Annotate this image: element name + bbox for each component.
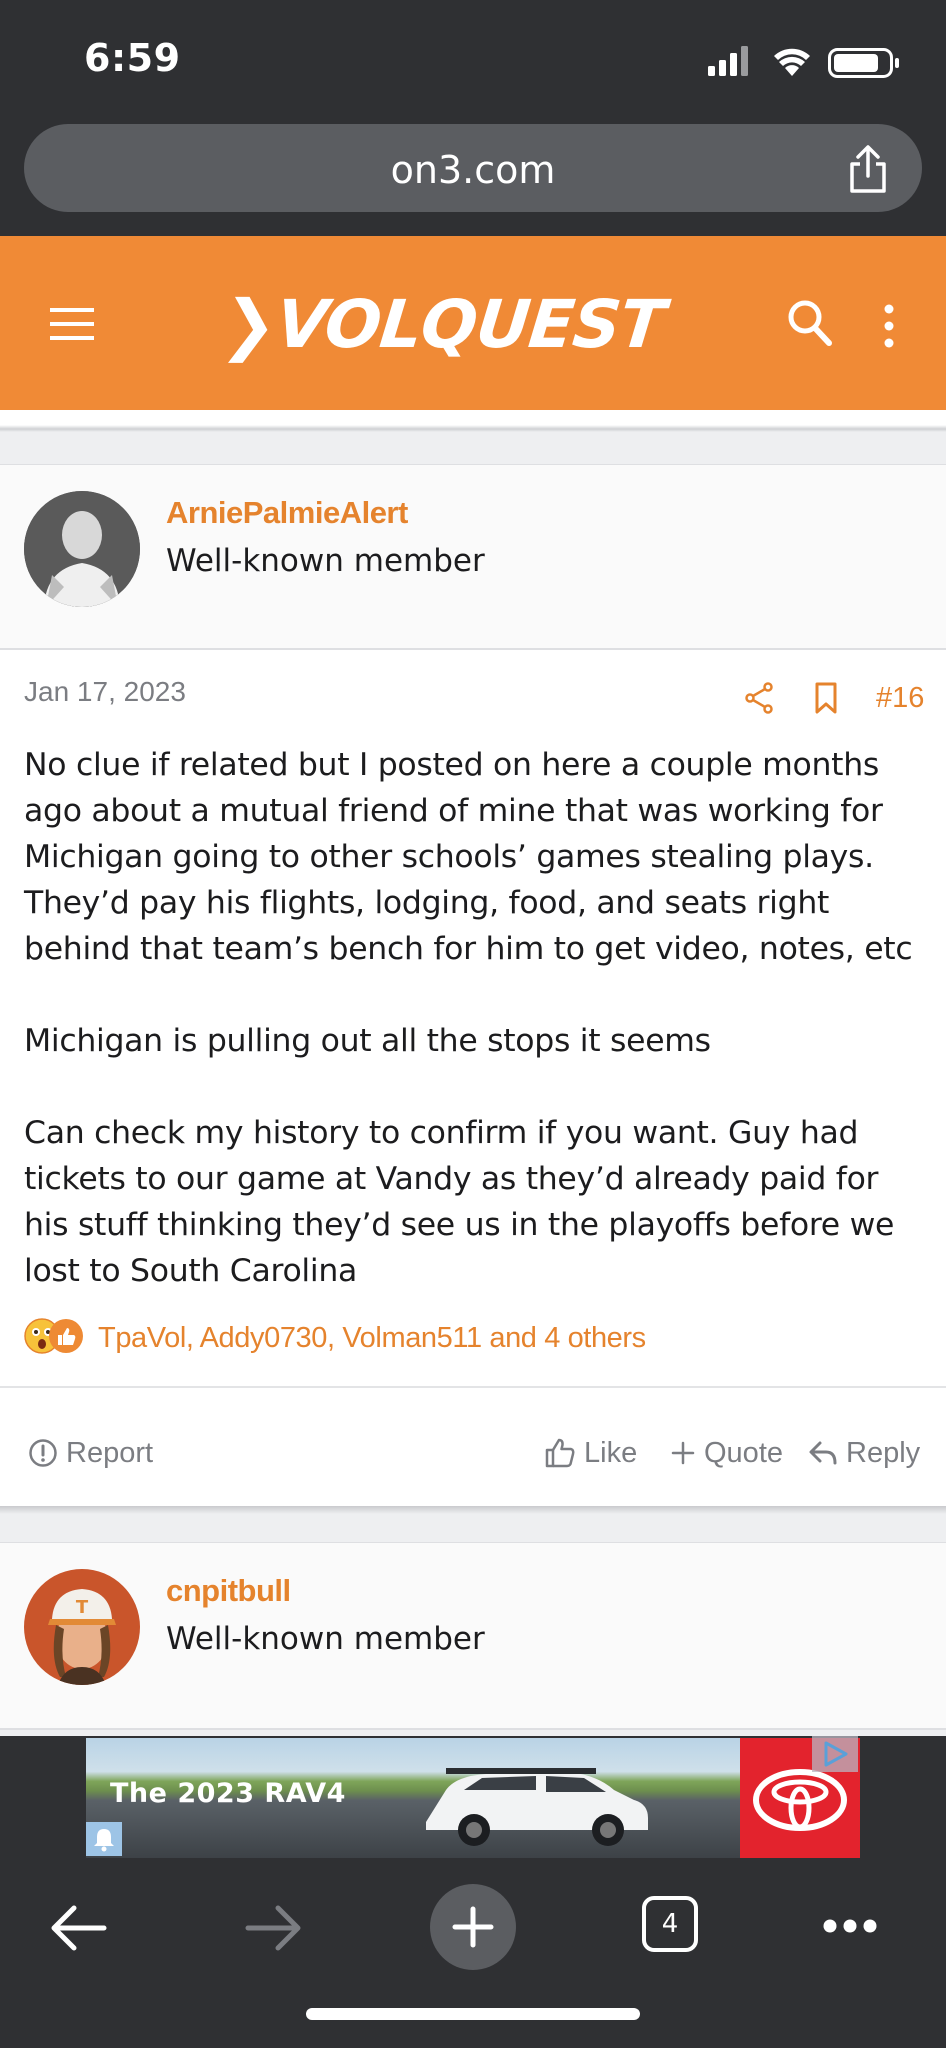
hamburger-menu-icon[interactable] (48, 306, 96, 342)
site-header: ❯VOLQUEST (0, 236, 946, 410)
ad-banner[interactable]: The 2023 RAV4 (86, 1738, 860, 1858)
url-bar[interactable]: on3.com (24, 124, 922, 212)
search-icon[interactable] (786, 298, 834, 348)
logo-arrow-icon: ❯ (217, 286, 281, 363)
quote-label: Quote (704, 1436, 783, 1469)
reply-label: Reply (846, 1436, 921, 1469)
ad-notification-icon[interactable] (86, 1822, 122, 1856)
quote-button[interactable]: Quote (670, 1434, 783, 1472)
user-title: Well-known member (166, 1621, 485, 1657)
more-menu-icon[interactable] (820, 1916, 880, 1936)
logo-text: VOLQUEST (272, 286, 668, 363)
reaction-names[interactable]: TpaVol, Addy0730, Volman511 and 4 others (98, 1322, 646, 1355)
bell-icon (94, 1829, 114, 1852)
post-text: No clue if related but I posted on here … (24, 742, 929, 1294)
report-button[interactable]: Report (28, 1434, 153, 1472)
share-icon[interactable] (846, 144, 890, 194)
forward-arrow-icon[interactable] (244, 1904, 304, 1952)
plus-icon (452, 1906, 494, 1948)
post-number[interactable]: #16 (876, 682, 924, 715)
reply-button[interactable]: Reply (808, 1434, 920, 1472)
back-arrow-icon[interactable] (48, 1904, 108, 1952)
thumbs-up-icon (545, 1438, 575, 1468)
username[interactable]: cnpitbull (166, 1573, 291, 1609)
avatar[interactable]: T (24, 1569, 140, 1685)
url-text: on3.com (390, 148, 556, 192)
post-paragraph: Michigan is pulling out all the stops it… (24, 1023, 711, 1059)
status-time: 6:59 (84, 36, 181, 80)
avatar-photo-icon (24, 491, 140, 607)
home-indicator[interactable] (306, 2008, 640, 2020)
post-paragraph: Can check my history to confirm if you w… (24, 1115, 895, 1289)
share-post-icon[interactable] (744, 682, 774, 714)
post-date[interactable]: Jan 17, 2023 (24, 676, 186, 708)
report-label: Report (66, 1436, 154, 1469)
wifi-icon (774, 48, 810, 76)
post-actions: Report Like Quote Reply (0, 1388, 946, 1508)
avatar-photo-icon: T (24, 1569, 140, 1685)
ad-strip: The 2023 RAV4 (0, 1736, 946, 1860)
header-shadow (0, 410, 946, 432)
post-paragraph: No clue if related but I posted on here … (24, 747, 913, 967)
volquest-logo[interactable]: ❯VOLQUEST (218, 286, 668, 363)
browser-top-bar: on3.com (0, 118, 946, 236)
status-icons (708, 46, 899, 78)
post-user-header: ArniePalmieAlert Well-known member (0, 464, 946, 650)
user-title: Well-known member (166, 543, 485, 579)
svg-text:T: T (76, 1597, 89, 1618)
card-shadow (0, 1506, 946, 1536)
post-user-header: T cnpitbull Well-known member (0, 1542, 946, 1730)
bookmark-icon[interactable] (814, 682, 838, 714)
username[interactable]: ArniePalmieAlert (166, 495, 408, 531)
post-body: Jan 17, 2023 #16 No clue if related but … (0, 650, 946, 1510)
more-options-icon[interactable] (880, 304, 898, 348)
ad-choices-icon[interactable] (812, 1736, 858, 1772)
signal-icon (708, 46, 748, 76)
report-icon (29, 1439, 57, 1467)
reply-arrow-icon (809, 1441, 837, 1465)
avatar[interactable] (24, 491, 140, 607)
battery-icon (828, 48, 899, 78)
like-button[interactable]: Like (544, 1434, 637, 1472)
new-tab-button[interactable] (430, 1884, 516, 1970)
status-bar: 6:59 (0, 0, 946, 118)
like-label: Like (584, 1436, 638, 1469)
plus-icon (671, 1441, 695, 1465)
tabs-button[interactable]: 4 (642, 1896, 698, 1952)
like-emoji-icon (49, 1319, 83, 1353)
ad-text: The 2023 RAV4 (110, 1778, 346, 1809)
